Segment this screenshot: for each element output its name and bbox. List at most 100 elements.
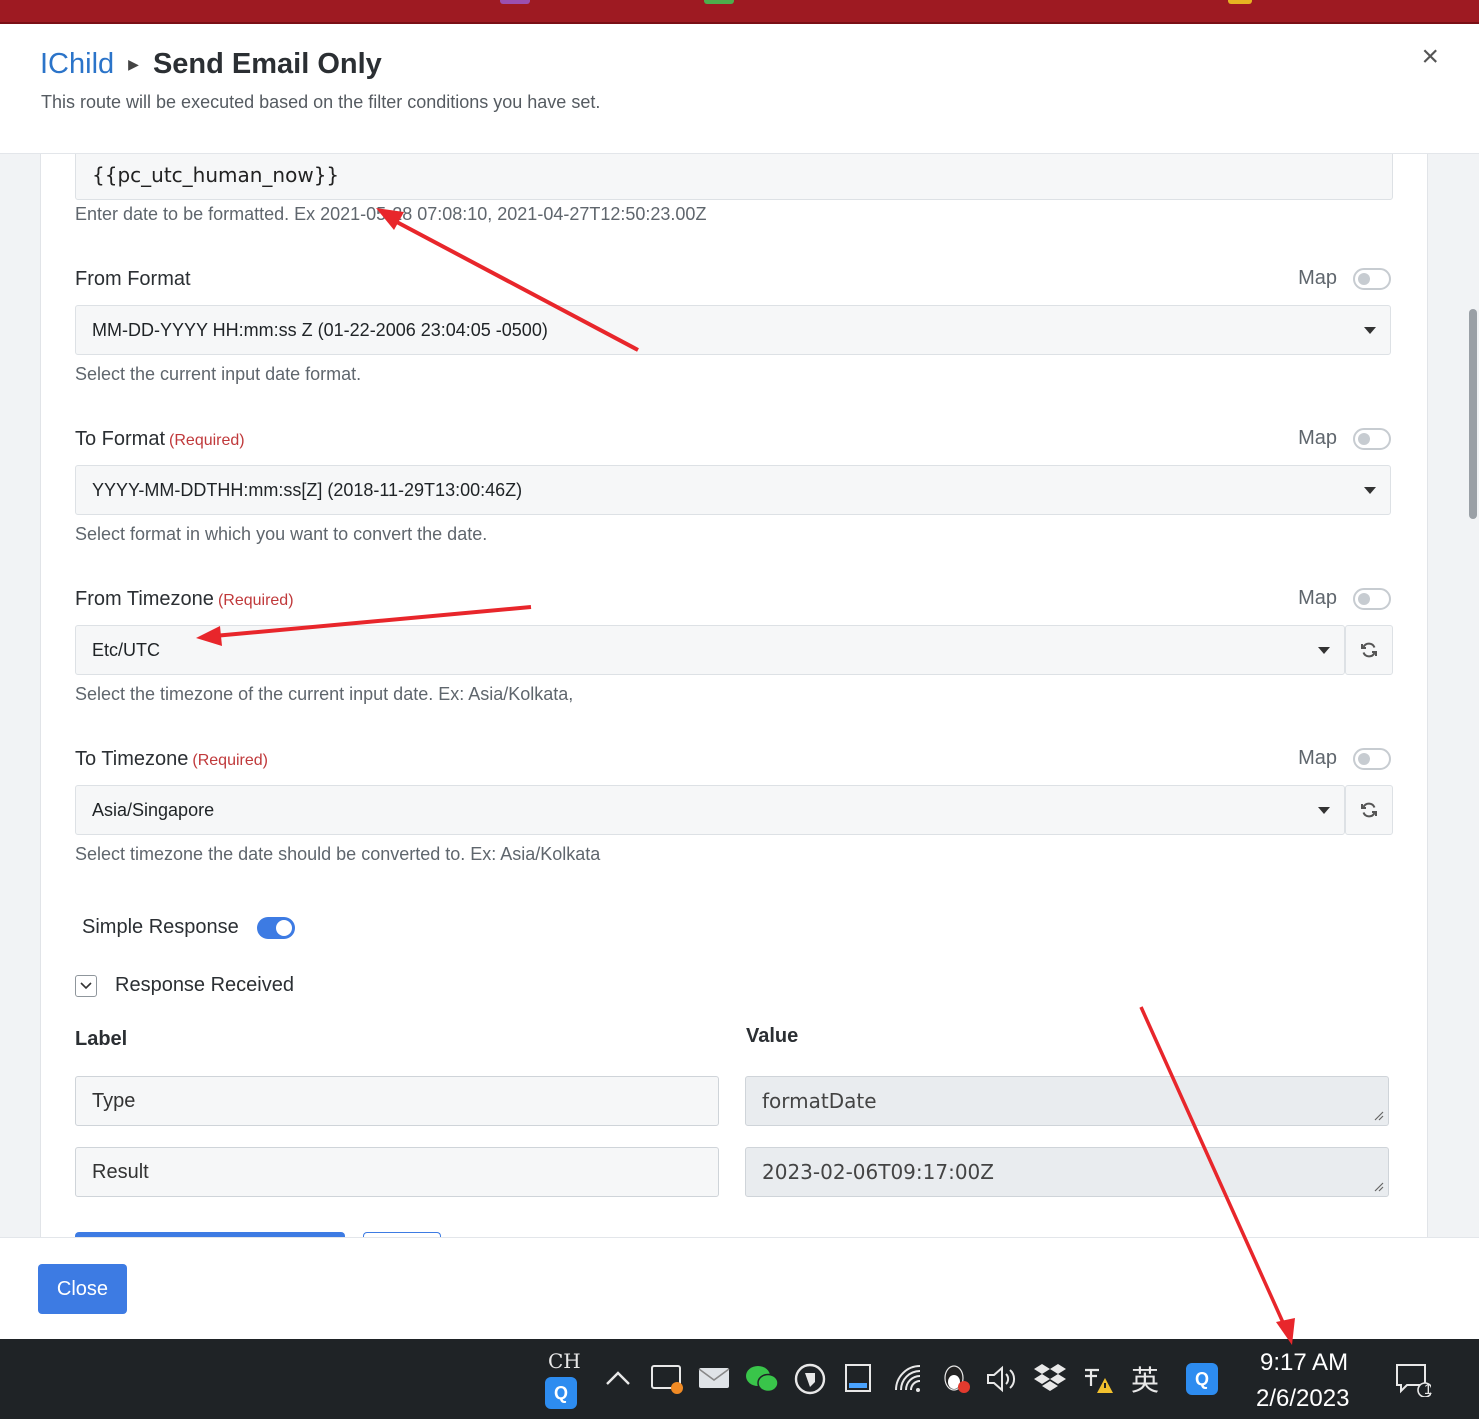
from-format-value: MM-DD-YYYY HH:mm:ss Z (01-22-2006 23:04:… [92,319,548,340]
simple-response-toggle[interactable] [256,916,295,939]
modal-footer: Close [0,1237,1479,1339]
mail-icon[interactable] [698,1365,730,1391]
map-label: Map [1298,427,1337,449]
to-format-select[interactable]: YYYY-MM-DDTHH:mm:ss[Z] (2018-11-29T13:00… [75,465,1391,515]
map-label: Map [1298,747,1337,769]
response-value-field[interactable]: formatDate [745,1076,1389,1126]
from-timezone-value: Etc/UTC [92,639,161,660]
resize-handle-icon[interactable] [1372,1109,1384,1121]
to-timezone-map: Map [1298,747,1391,770]
qq-tray-icon[interactable]: Q [1186,1363,1218,1395]
required-marker: (Required) [217,592,294,609]
power-warning-icon[interactable] [1080,1361,1116,1397]
from-timezone-label: From Timezone (Required) [75,588,294,611]
response-received-row[interactable]: Response Received [75,974,294,997]
screen-share-glyph [651,1365,683,1394]
page-subtitle: This route will be executed based on the… [41,92,601,112]
refresh-icon[interactable] [1345,785,1393,835]
ime-mode-indicator[interactable]: 英 [1126,1361,1164,1397]
qq-penguin-icon[interactable] [938,1361,974,1397]
vertical-scrollbar[interactable] [1469,309,1477,519]
simple-response-label: Simple Response [82,916,239,938]
from-format-label-text: From Format [75,268,191,290]
power-warning-glyph [1085,1368,1113,1393]
show-hidden-icons-chevron[interactable] [603,1363,633,1393]
from-format-map-toggle[interactable] [1353,267,1391,290]
chevron-up-icon [606,1371,630,1385]
toggle-knob [1358,432,1370,445]
to-format-map: Map [1298,427,1391,450]
caret-down-icon [1364,487,1376,494]
from-format-select[interactable]: MM-DD-YYYY HH:mm:ss Z (01-22-2006 23:04:… [75,305,1391,355]
browser-top-bar [0,0,1479,24]
value-column-header: Value [746,1025,799,1047]
to-timezone-map-toggle[interactable] [1353,747,1391,770]
page-title: Send Email Only [152,48,382,80]
resize-handle-icon[interactable] [1372,1180,1384,1192]
notification-count-badge: 1 [1423,1380,1433,1398]
from-timezone-label-text: From Timezone [75,588,214,610]
wifi-glyph [895,1365,921,1392]
screen-share-icon[interactable] [650,1363,684,1395]
keyboard-layout-icon[interactable] [842,1361,874,1395]
to-format-help: Select format in which you want to conve… [75,524,488,544]
breadcrumb: IChild ▶ Send Email Only [40,48,382,81]
windows-taskbar: CH Q 英 Q 9:17 AM 2/6/2023 1 [0,1339,1479,1419]
close-button[interactable]: Close [38,1264,127,1314]
response-label-field[interactable]: Result [75,1147,719,1197]
chevron-glyph [80,981,92,989]
modal-body[interactable]: {{pc_utc_human_now}} Enter date to be fo… [0,154,1479,1237]
required-marker: (Required) [169,432,245,449]
to-timezone-label: To Timezone (Required) [75,748,268,771]
chat-bubble-icon[interactable] [792,1361,828,1397]
caret-down-icon [1364,327,1376,334]
toggle-knob [275,919,292,936]
simple-response-row: Simple Response [82,916,295,939]
to-format-map-toggle[interactable] [1353,427,1391,450]
volume-icon[interactable] [984,1363,1018,1395]
to-timezone-help: Select timezone the date should be conve… [75,844,601,864]
from-timezone-select[interactable]: Etc/UTC [75,625,1345,675]
top-bar-tab-chip [704,0,734,4]
date-help-text: Enter date to be formatted. Ex 2021-05-2… [75,204,707,224]
clock-time[interactable]: 9:17 AM [1260,1349,1348,1377]
to-timezone-value: Asia/Singapore [92,799,215,820]
date-input[interactable]: {{pc_utc_human_now}} [75,154,1393,200]
wechat-icon[interactable] [744,1363,780,1395]
response-value-field[interactable]: 2023-02-06T09:17:00Z [745,1147,1389,1197]
modal-header: IChild ▶ Send Email Only This route will… [0,24,1479,154]
to-format-label: To Format (Required) [75,428,245,451]
close-icon[interactable]: × [1421,40,1439,74]
top-bar-tab-chip [1228,0,1252,4]
toggle-knob [1358,592,1370,605]
response-value-text: formatDate [762,1089,877,1113]
top-bar-tab-chip [500,0,530,4]
qq-app-icon[interactable]: Q [545,1377,577,1409]
from-timezone-map: Map [1298,587,1391,610]
response-label-field[interactable]: Type [75,1076,719,1126]
caret-down-icon [1318,807,1330,814]
dropbox-icon[interactable] [1032,1361,1068,1395]
settings-panel: {{pc_utc_human_now}} Enter date to be fo… [40,154,1428,1237]
caret-right-icon: ▶ [128,56,139,72]
chevron-down-icon[interactable] [75,974,97,997]
toggle-knob [1358,272,1370,285]
to-timezone-label-text: To Timezone [75,748,189,770]
from-timezone-help: Select the timezone of the current input… [75,684,574,704]
label-column-header: Label [75,1028,128,1050]
response-received-label: Response Received [115,974,294,996]
from-format-help: Select the current input date format. [75,364,362,384]
breadcrumb-parent-link[interactable]: IChild [40,48,114,81]
to-timezone-select[interactable]: Asia/Singapore [75,785,1345,835]
wifi-icon[interactable] [892,1363,926,1395]
from-timezone-map-toggle[interactable] [1353,587,1391,610]
clock-date[interactable]: 2/6/2023 [1256,1385,1349,1413]
input-language-indicator[interactable]: CH [548,1349,581,1373]
mail-glyph [698,1368,730,1388]
keyboard-layout-glyph [845,1364,871,1392]
caret-down-icon [1318,647,1330,654]
refresh-icon[interactable] [1345,625,1393,675]
required-marker: (Required) [192,752,268,769]
qq-penguin-glyph [944,1365,970,1393]
from-format-label: From Format [75,268,191,291]
